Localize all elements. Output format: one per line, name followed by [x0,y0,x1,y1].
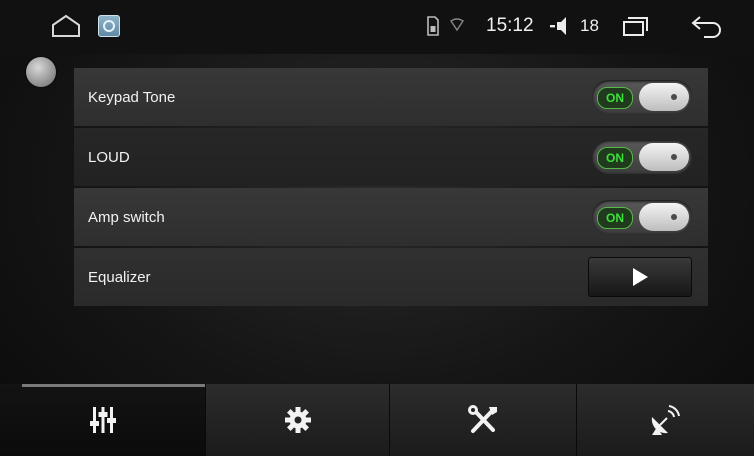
sim-card-icon [426,16,440,36]
toggle-state-label: ON [597,207,633,229]
tab-satellite[interactable] [576,384,754,456]
volume-icon[interactable] [548,15,572,37]
toggle-knob[interactable] [639,83,689,111]
loud-toggle[interactable]: ON [592,140,692,174]
play-icon [633,268,648,286]
setting-row-keypad-tone[interactable]: Keypad Tone ON [74,68,708,126]
tab-tools[interactable] [390,384,577,456]
satellite-dish-icon [652,405,681,435]
avatar[interactable] [26,57,56,87]
status-bar: 15:12 18 [0,0,754,54]
toggle-state-label: ON [597,147,633,169]
equalizer-sliders-icon [89,407,116,433]
tab-equalizer[interactable] [0,384,207,456]
equalizer-open-button[interactable] [588,257,692,297]
audio-settings-screen: 15:12 18 Keypad Tone ON LOUD ON Amp swit… [0,0,754,456]
setting-row-amp-switch[interactable]: Amp switch ON [74,188,708,246]
tab-settings[interactable] [206,384,391,456]
app-tile-icon[interactable] [96,13,122,39]
tools-icon [468,405,498,433]
wifi-icon [450,17,464,33]
setting-label: LOUD [88,148,130,166]
amp-switch-toggle[interactable]: ON [592,200,692,234]
setting-label: Equalizer [88,268,151,286]
setting-row-equalizer[interactable]: Equalizer [74,248,708,306]
home-icon[interactable] [50,13,82,39]
settings-list: Keypad Tone ON LOUD ON Amp switch ON Equ… [74,68,708,308]
toggle-state-label: ON [597,87,633,109]
clock: 15:12 [486,15,534,36]
gear-icon [284,407,311,433]
setting-label: Keypad Tone [88,88,176,106]
volume-level: 18 [580,16,599,35]
setting-label: Amp switch [88,208,165,226]
toggle-knob[interactable] [639,203,689,231]
back-icon[interactable] [690,14,724,40]
toggle-knob[interactable] [639,143,689,171]
recent-apps-icon[interactable] [620,14,650,38]
setting-row-loud[interactable]: LOUD ON [74,128,708,186]
bottom-tab-bar [0,384,754,456]
keypad-tone-toggle[interactable]: ON [592,80,692,114]
